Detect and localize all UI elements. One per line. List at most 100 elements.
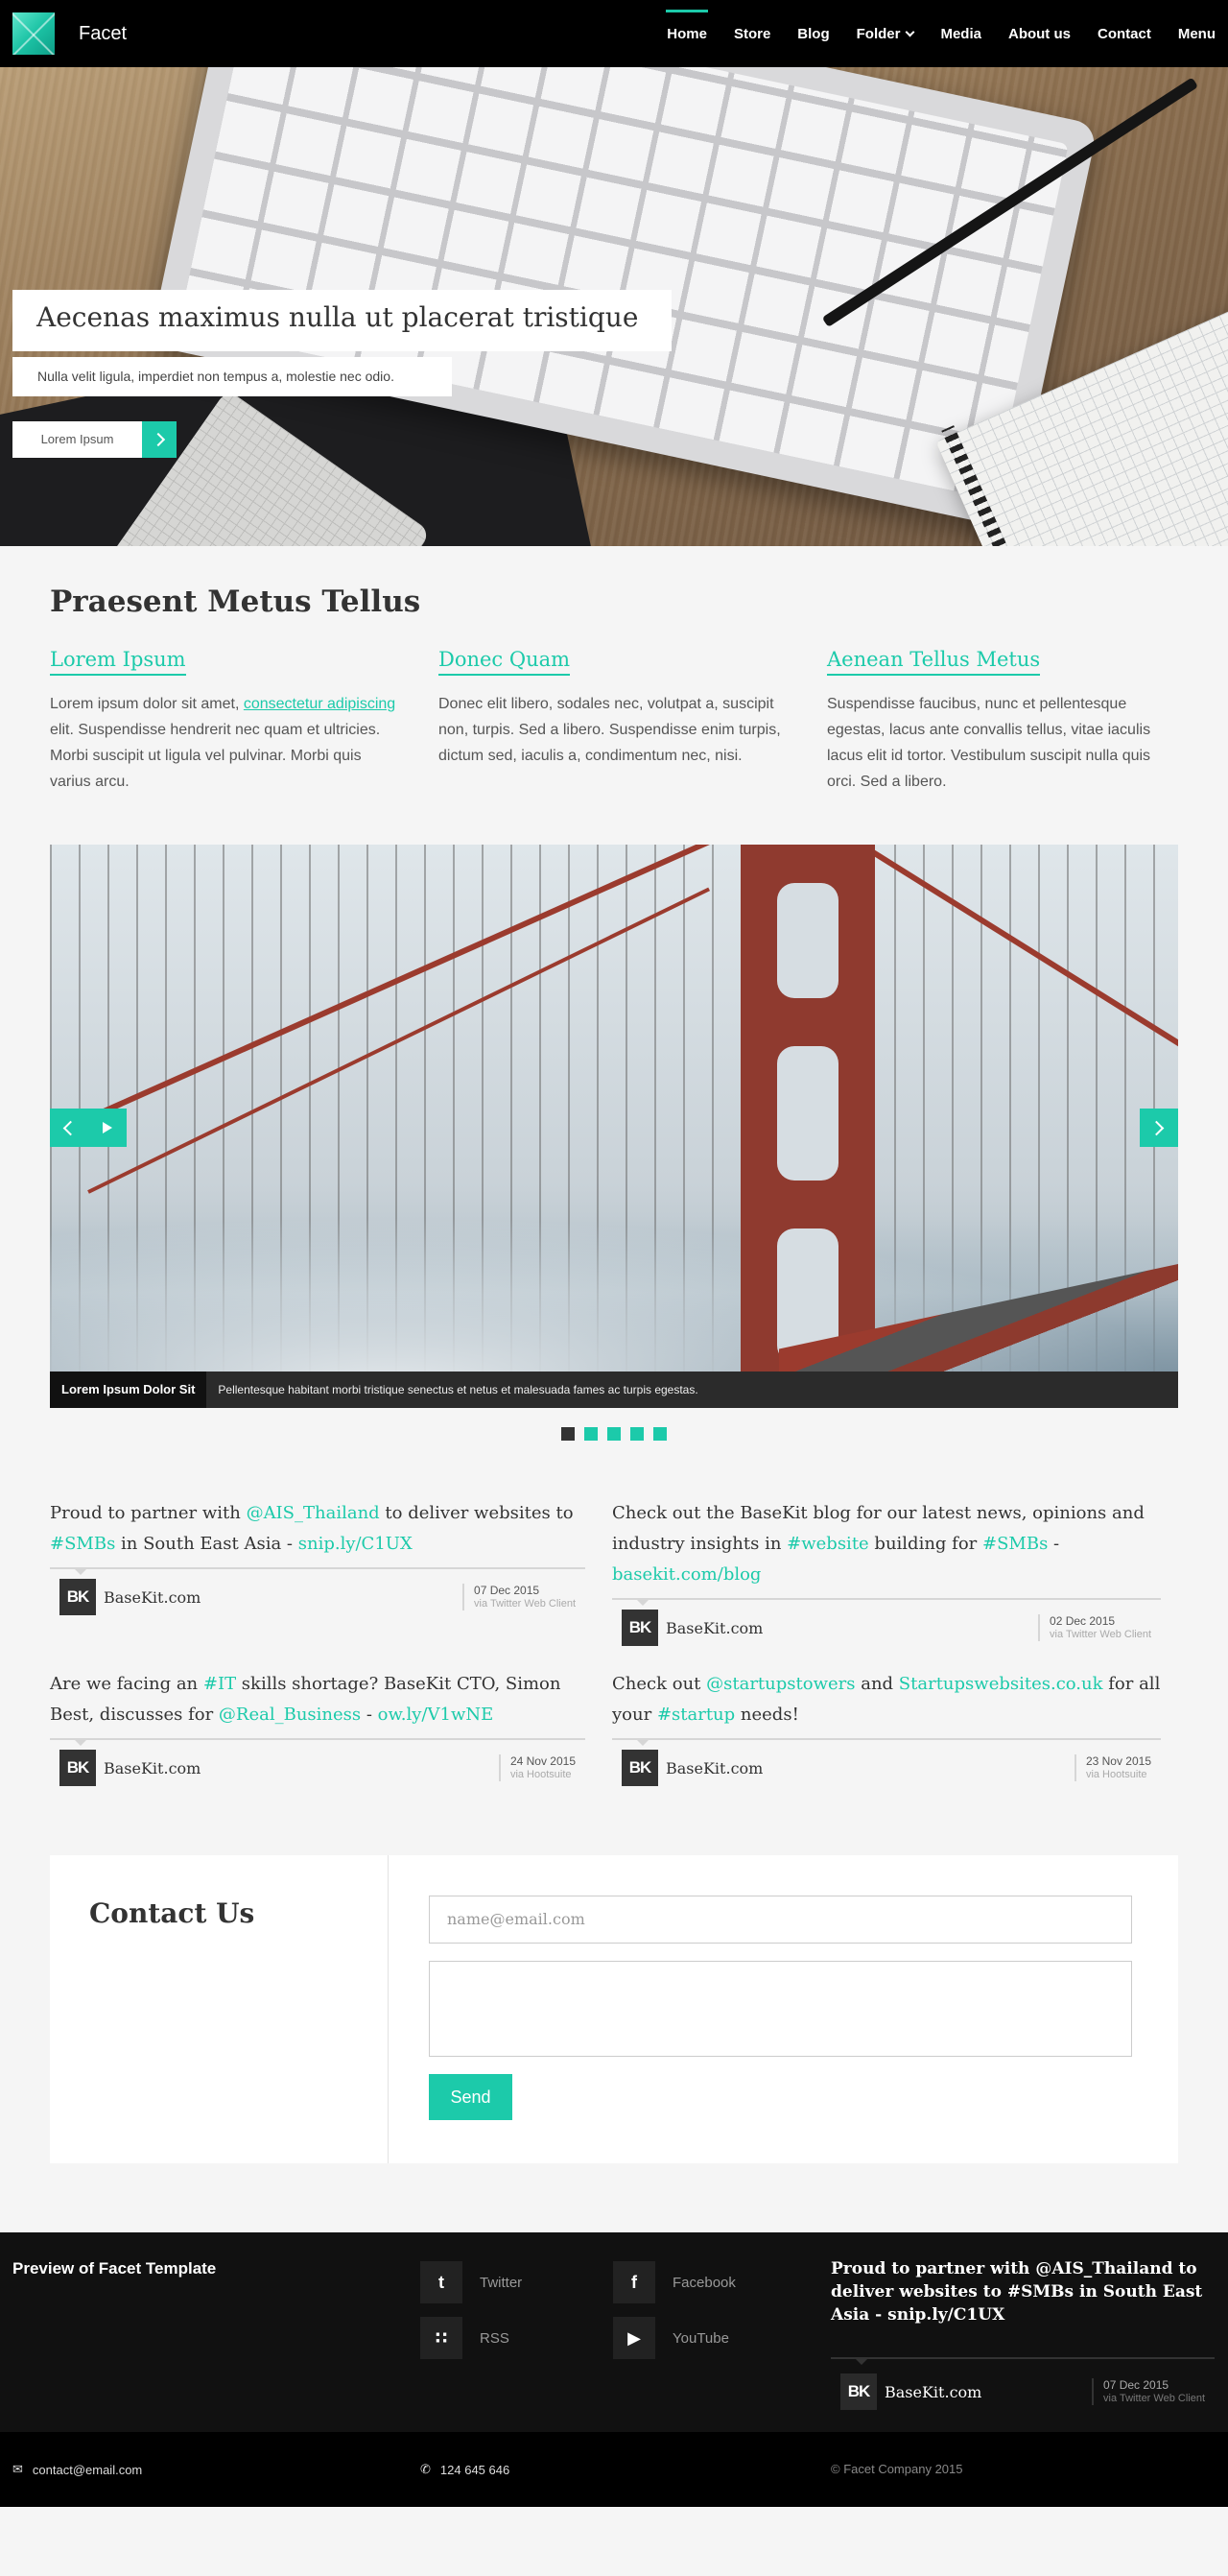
- tweet-text-segment: building for: [868, 1534, 982, 1554]
- tweet-link[interactable]: @startupstowers: [706, 1674, 855, 1694]
- basekit-avatar[interactable]: BK: [59, 1750, 96, 1786]
- menu-item-about-us[interactable]: About us: [1008, 0, 1071, 67]
- slider-dot[interactable]: [653, 1427, 667, 1441]
- tweet-link[interactable]: snip.ly/C1UX: [298, 1534, 413, 1554]
- tweet-text-segment: -: [1048, 1534, 1060, 1554]
- contact-email-link[interactable]: ✉ contact@email.com: [12, 2462, 142, 2477]
- phone-icon: ✆: [420, 2462, 431, 2476]
- tweet-text: Check out @startupstowers and Startupswe…: [612, 1669, 1161, 1730]
- social-link-twitter[interactable]: t Twitter: [420, 2261, 522, 2303]
- tweet-author[interactable]: BaseKit.com: [104, 1588, 201, 1607]
- tweet-link[interactable]: Startupswebsites.co.uk: [899, 1674, 1103, 1694]
- tweet-date: 07 Dec 2015 via Twitter Web Client: [462, 1584, 576, 1610]
- feature-title: Lorem Ipsum: [50, 648, 186, 676]
- slider-dot[interactable]: [561, 1427, 575, 1441]
- tweet-author[interactable]: BaseKit.com: [885, 2383, 981, 2401]
- inline-link[interactable]: consectetur adipiscing: [244, 696, 395, 712]
- tweet-link[interactable]: #SMBs: [982, 1534, 1048, 1554]
- tweet-link[interactable]: @AIS_Thailand: [1035, 2259, 1172, 2278]
- menu-item-folder[interactable]: Folder: [857, 0, 915, 67]
- feature-column: Lorem Ipsum Lorem ipsum dolor sit amet, …: [50, 648, 401, 795]
- tweet-link[interactable]: snip.ly/C1UX: [887, 2305, 1004, 2325]
- footer-tweet-meta: BK BaseKit.com 07 Dec 2015 via Twitter We…: [831, 2357, 1215, 2424]
- feature-column: Aenean Tellus Metus Suspendisse faucibus…: [827, 648, 1178, 795]
- rss-icon: ∷: [420, 2317, 462, 2359]
- slider-play-button[interactable]: [88, 1109, 127, 1147]
- basekit-avatar[interactable]: BK: [840, 2373, 877, 2410]
- footer-tweet-text: Proud to partner with @AIS_Thailand to d…: [831, 2257, 1207, 2326]
- slider-pagination: [0, 1427, 1228, 1441]
- tweet-link[interactable]: ow.ly/V1wNE: [378, 1705, 494, 1725]
- tweet-link[interactable]: #startup: [657, 1705, 735, 1725]
- tweet: Are we facing an #IT skills shortage? Ba…: [50, 1669, 585, 1796]
- facebook-icon: f: [613, 2261, 655, 2303]
- message-textarea[interactable]: [429, 1961, 1132, 2057]
- tweet-text-segment: to deliver websites to: [379, 1503, 574, 1523]
- tweet-text-segment: needs!: [735, 1705, 799, 1725]
- caption-title: Lorem Ipsum Dolor Sit: [50, 1371, 207, 1408]
- tweet: Check out @startupstowers and Startupswe…: [612, 1669, 1161, 1796]
- tweet-link[interactable]: #SMBs: [1007, 2282, 1074, 2302]
- logo[interactable]: [12, 12, 55, 55]
- hero-banner: Aecenas maximus nulla ut placerat tristi…: [0, 67, 1228, 546]
- social-link-rss[interactable]: ∷ RSS: [420, 2317, 509, 2359]
- tweet-link[interactable]: @AIS_Thailand: [247, 1503, 380, 1523]
- slider-prev-button[interactable]: [50, 1109, 88, 1147]
- feature-title: Donec Quam: [438, 648, 571, 676]
- tweet-text-segment: Proud to partner with: [831, 2259, 1036, 2278]
- tweet-link[interactable]: basekit.com/blog: [612, 1564, 761, 1585]
- tweet-meta: BK BaseKit.com 24 Nov 2015 via Hootsuite: [50, 1738, 585, 1796]
- send-button[interactable]: Send: [429, 2074, 512, 2120]
- social-label: YouTube: [673, 2329, 729, 2347]
- tweet: Check out the BaseKit blog for our lates…: [612, 1498, 1161, 1656]
- basekit-avatar[interactable]: BK: [59, 1579, 96, 1615]
- social-link-facebook[interactable]: f Facebook: [613, 2261, 736, 2303]
- feature-columns: Lorem Ipsum Lorem ipsum dolor sit amet, …: [50, 648, 1178, 795]
- basekit-avatar[interactable]: BK: [622, 1750, 658, 1786]
- twitter-feed: Proud to partner with @AIS_Thailand to d…: [50, 1498, 1178, 1796]
- menu-item-label: About us: [1007, 25, 1071, 42]
- tweet-text: Check out the BaseKit blog for our lates…: [612, 1498, 1161, 1590]
- slider-next-button[interactable]: [1140, 1109, 1178, 1147]
- menu-item-blog[interactable]: Blog: [797, 0, 829, 67]
- menu-item-label: Contact: [1097, 25, 1151, 42]
- social-link-youtube[interactable]: ▶ YouTube: [613, 2317, 729, 2359]
- hero-cta-button[interactable]: Lorem Ipsum: [12, 421, 177, 458]
- top-navigation: Facet Home Store Blog Folder Media About…: [0, 0, 1228, 67]
- tweet-author[interactable]: BaseKit.com: [666, 1619, 763, 1637]
- menu-item-label: Media: [940, 25, 981, 42]
- copyright: © Facet Company 2015: [831, 2462, 963, 2476]
- slider-dot[interactable]: [584, 1427, 598, 1441]
- tweet-text-segment: Are we facing an: [50, 1674, 203, 1694]
- basekit-avatar[interactable]: BK: [622, 1610, 658, 1646]
- twitter-icon: t: [420, 2261, 462, 2303]
- tweet-link[interactable]: #SMBs: [50, 1534, 115, 1554]
- email-field[interactable]: name@email.com: [429, 1896, 1132, 1944]
- social-label: Facebook: [673, 2274, 736, 2291]
- social-label: Twitter: [480, 2274, 523, 2291]
- site-name[interactable]: Facet: [79, 23, 127, 45]
- hero-cta-label: Lorem Ipsum: [12, 421, 142, 458]
- menu-item-contact[interactable]: Contact: [1098, 0, 1151, 67]
- tweet-author[interactable]: BaseKit.com: [666, 1759, 763, 1777]
- main-menu: Home Store Blog Folder Media About us Co…: [640, 0, 1216, 67]
- contact-phone: ✆ 124 645 646: [420, 2462, 509, 2477]
- tweet-link[interactable]: #IT: [203, 1674, 236, 1694]
- feature-title: Aenean Tellus Metus: [827, 648, 1041, 676]
- phone-number: 124 645 646: [439, 2462, 510, 2477]
- tweet-author[interactable]: BaseKit.com: [104, 1759, 201, 1777]
- slider-dot[interactable]: [630, 1427, 644, 1441]
- tweet-link[interactable]: #website: [787, 1534, 869, 1554]
- menu-item-store[interactable]: Store: [734, 0, 770, 67]
- feature-text: Suspendisse faucibus, nunc et pellentesq…: [827, 696, 1151, 790]
- tweet-link[interactable]: @Real_Business: [219, 1705, 361, 1725]
- menu-item-home[interactable]: Home: [666, 0, 708, 67]
- tweet-meta: BK BaseKit.com 23 Nov 2015 via Hootsuite: [612, 1738, 1161, 1796]
- hero-title: Aecenas maximus nulla ut placerat tristi…: [12, 290, 672, 351]
- contact-heading-panel: Contact Us: [50, 1855, 389, 2163]
- menu-item-menu[interactable]: Menu: [1178, 0, 1216, 67]
- feature-column: Donec Quam Donec elit libero, sodales ne…: [438, 648, 790, 795]
- menu-item-media[interactable]: Media: [940, 0, 981, 67]
- menu-item-label: Home: [667, 25, 707, 42]
- slider-dot[interactable]: [607, 1427, 621, 1441]
